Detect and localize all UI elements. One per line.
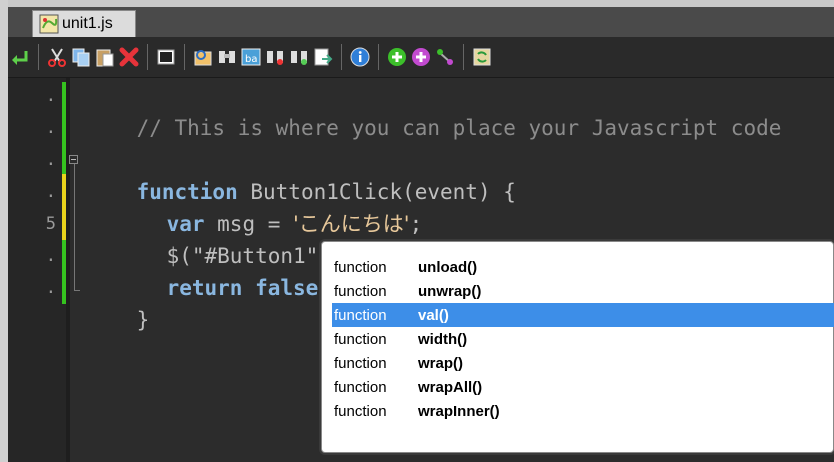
add-icon[interactable] xyxy=(386,46,408,68)
undo-icon[interactable] xyxy=(9,46,31,68)
item-kind: function xyxy=(334,402,387,420)
autocomplete-item[interactable]: function wrapAll() xyxy=(332,375,834,399)
refresh-icon[interactable] xyxy=(471,46,493,68)
connect-icon[interactable] xyxy=(434,46,456,68)
item-name: val() xyxy=(418,306,449,324)
code-line-7: } xyxy=(86,272,150,332)
code-line-6: return false; xyxy=(116,240,331,300)
code-text: ; xyxy=(409,212,423,236)
toolbar: ba xyxy=(8,37,834,78)
code-line-4: var msg = 'こんにちは'; xyxy=(116,176,423,236)
item-name: unload() xyxy=(418,258,478,276)
tab-unit1-js[interactable]: unit1.js xyxy=(32,10,136,37)
autocomplete-item[interactable]: function unload() xyxy=(332,255,834,279)
item-name: wrapInner() xyxy=(418,402,500,420)
autocomplete-item-selected[interactable]: function val() xyxy=(332,303,834,327)
item-name: wrap() xyxy=(418,354,463,372)
line-number: . xyxy=(45,86,56,106)
autocomplete-item[interactable]: function unwrap() xyxy=(332,279,834,303)
code-line-1: // This is where you can place your Java… xyxy=(86,80,782,140)
window-frame-top xyxy=(0,0,834,7)
item-kind: function xyxy=(334,330,387,348)
toolbar-separator xyxy=(378,44,379,70)
line-number: . xyxy=(45,150,56,170)
tab-bar: unit1.js xyxy=(8,7,834,37)
comment: // This is where you can place your Java… xyxy=(136,116,782,140)
item-kind: function xyxy=(334,354,387,372)
code-line-5: $("#Button1"). xyxy=(116,208,344,268)
item-kind: function xyxy=(334,258,387,276)
find-next-icon[interactable] xyxy=(216,46,238,68)
line-number: 5 xyxy=(45,214,56,234)
goto-line-icon[interactable] xyxy=(312,46,334,68)
keyword: return false xyxy=(166,276,319,300)
find-previous-icon[interactable] xyxy=(264,46,286,68)
item-kind: function xyxy=(334,306,387,324)
fold-guide xyxy=(74,160,75,290)
item-name: unwrap() xyxy=(418,282,482,300)
autocomplete-item[interactable]: function wrapInner() xyxy=(332,399,834,423)
info-icon[interactable] xyxy=(349,46,371,68)
line-number: . xyxy=(45,118,56,138)
toolbar-separator xyxy=(38,44,39,70)
select-all-icon[interactable] xyxy=(155,46,177,68)
gutter-edge xyxy=(66,78,70,462)
find-icon[interactable] xyxy=(192,46,214,68)
item-kind: function xyxy=(334,378,387,396)
paste-icon[interactable] xyxy=(94,46,116,68)
toolbar-separator xyxy=(463,44,464,70)
code-text: } xyxy=(136,308,150,332)
toolbar-separator xyxy=(147,44,148,70)
js-file-icon xyxy=(39,14,59,34)
fold-end-marker xyxy=(74,290,80,291)
code-line-3: function Button1Click(event) { xyxy=(86,144,516,204)
autocomplete-item[interactable]: function wrap() xyxy=(332,351,834,375)
toolbar-separator xyxy=(184,44,185,70)
line-number: . xyxy=(45,182,56,202)
line-gutter: . . . . 5 . . xyxy=(8,78,68,462)
tab-label: unit1.js xyxy=(62,15,113,32)
add-alt-icon[interactable] xyxy=(410,46,432,68)
copy-icon[interactable] xyxy=(70,46,92,68)
window-frame-left xyxy=(0,0,8,462)
autocomplete-popup[interactable]: function unload() function unwrap() func… xyxy=(321,241,834,453)
line-number: . xyxy=(45,278,56,298)
svg-text:ba: ba xyxy=(245,54,257,65)
line-number: . xyxy=(45,246,56,266)
fold-toggle-icon[interactable] xyxy=(69,155,78,164)
item-name: width() xyxy=(418,330,468,348)
autocomplete-list: function unload() function unwrap() func… xyxy=(332,255,834,423)
cut-icon[interactable] xyxy=(46,46,68,68)
replace-icon[interactable]: ba xyxy=(240,46,262,68)
delete-icon[interactable] xyxy=(118,46,140,68)
search-files-icon[interactable] xyxy=(288,46,310,68)
item-kind: function xyxy=(334,282,387,300)
autocomplete-item[interactable]: function width() xyxy=(332,327,834,351)
toolbar-separator xyxy=(341,44,342,70)
item-name: wrapAll() xyxy=(418,378,483,396)
